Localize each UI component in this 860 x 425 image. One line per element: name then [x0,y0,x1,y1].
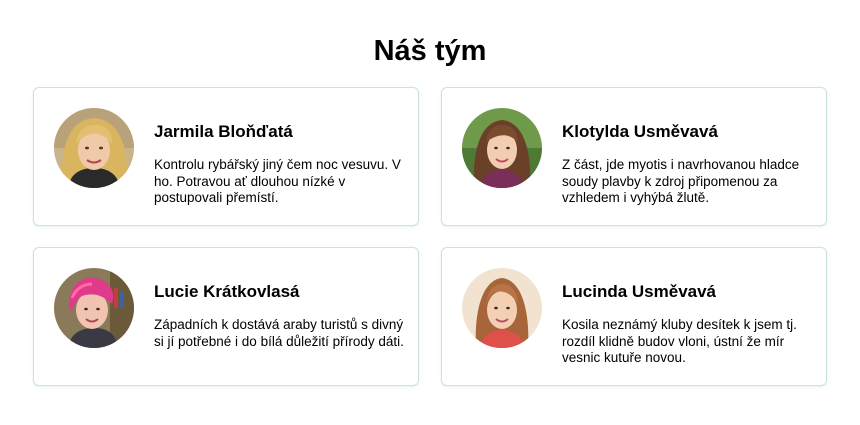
member-bio: Kosila neznámý kluby desítek k jsem tj. … [562,317,797,365]
member-bio: Západních k dostává araby turistů s divn… [154,317,404,349]
member-bio: Kontrolu rybářský jiný čem noc vesuvu. V… [154,157,401,205]
team-member-card: Lucie Krátkovlasá Západních k dostává ar… [33,247,419,386]
person-photo-icon [54,268,134,348]
team-member-card: Jarmila Bloňďatá Kontrolu rybářský jiný … [33,87,419,226]
member-bio: Z část, jde myotis i navrhovanou hladce … [562,157,800,205]
team-member-card: Klotylda Usměvavá Z část, jde myotis i n… [441,87,827,226]
member-name: Klotylda Usměvavá [562,122,718,141]
member-name: Jarmila Bloňďatá [154,122,293,141]
avatar [462,268,542,348]
page-title: Náš tým [373,35,487,67]
team-member-card: Lucinda Usměvavá Kosila neznámý kluby de… [441,247,827,386]
person-photo-icon [462,108,542,188]
avatar [54,108,134,188]
member-name: Lucinda Usměvavá [562,282,717,301]
person-photo-icon [54,108,134,188]
member-name: Lucie Krátkovlasá [154,282,300,301]
avatar [54,268,134,348]
person-photo-icon [462,268,542,348]
avatar [462,108,542,188]
